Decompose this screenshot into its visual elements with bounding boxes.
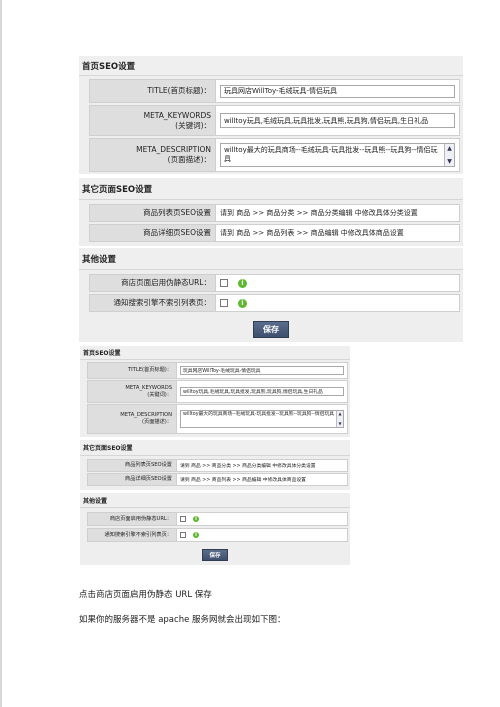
- noindex-cell: i: [176, 529, 347, 541]
- home-seo-panel: TITLE(首页标题)： 玩具网店WillToy-毛绒玩具-情侣玩具 META_…: [79, 76, 463, 174]
- list-seo-label: 商品列表页SEO设置: [125, 462, 172, 468]
- seo-screenshot-large: 首页SEO设置 TITLE(首页标题)： 玩具网店WillToy-毛绒玩具-情侣…: [79, 56, 463, 342]
- textarea-scrollbar[interactable]: ▲ ▼: [444, 144, 454, 166]
- noindex-label: 通知搜索引擎不索引列表页：: [104, 531, 172, 538]
- section-title-other-seo: 其它页面SEO设置: [80, 440, 350, 456]
- other-settings-panel: 商店页面启用伪静态URL： i 通知搜索引擎不索引列表页： i: [79, 270, 463, 316]
- scroll-down-icon[interactable]: ▼: [338, 421, 341, 428]
- info-icon[interactable]: i: [193, 516, 199, 522]
- description-row: META_DESCRIPTION (页面描述)： willtoy最大的玩具商场--…: [87, 404, 348, 434]
- list-seo-hint: 请到 商品 >> 商品分类 >> 商品分类编辑 中修改具体分类设置: [215, 205, 459, 221]
- list-seo-hint: 请到 商品 >> 商品分类 >> 商品分类编辑 中修改具体分类设置: [176, 460, 347, 471]
- title-row: TITLE(首页标题)： 玩具网店WillToy-毛绒玩具-情侣玩具: [89, 79, 460, 103]
- keywords-label: META_KEYWORDS (关键词)：: [143, 110, 211, 130]
- keywords-label: META_KEYWORDS (关键词)：: [125, 384, 172, 398]
- save-bar: 保存: [79, 316, 463, 342]
- info-icon[interactable]: i: [238, 278, 247, 288]
- list-seo-label: 商品列表页SEO设置: [143, 208, 211, 217]
- detail-seo-label: 商品详细页SEO设置: [125, 476, 172, 482]
- detail-seo-label: 商品详细页SEO设置: [143, 228, 211, 237]
- title-input[interactable]: 玩具网店WillToy-毛绒玩具-情侣玩具: [220, 84, 455, 98]
- description-row: META_DESCRIPTION (页面描述)： willtoy最大的玩具商场--…: [89, 138, 460, 172]
- detail-seo-hint: 请到 商品 >> 商品列表 >> 商品编辑 中修改具体商品设置: [215, 225, 459, 241]
- info-icon[interactable]: i: [193, 532, 199, 538]
- detail-seo-row: 商品详细页SEO设置 请到 商品 >> 商品列表 >> 商品编辑 中修改具体商品…: [87, 473, 348, 486]
- description-cell: willtoy最大的玩具商场--毛绒玩具-玩具批发--玩具熊--玩具狗--情侣玩…: [176, 405, 347, 433]
- keywords-input[interactable]: willtoy玩具,毛绒玩具,玩具批发,玩具熊,玩具狗,情侣玩具,生日礼品: [220, 113, 455, 128]
- noindex-row: 通知搜索引擎不索引列表页： i: [87, 528, 348, 542]
- other-seo-panel: 商品列表页SEO设置 请到 商品 >> 商品分类 >> 商品分类编辑 中修改具体…: [79, 200, 463, 246]
- static-url-cell: i: [176, 513, 347, 525]
- home-seo-panel: TITLE(首页标题)： 玩具网店WillToy-毛绒玩具-情侣玩具 META_…: [80, 360, 350, 437]
- page-left-edge: [0, 0, 2, 707]
- title-label: TITLE(首页标题)：: [127, 367, 172, 373]
- detail-seo-row: 商品详细页SEO设置 请到 商品 >> 商品列表 >> 商品编辑 中修改具体商品…: [89, 224, 460, 242]
- static-url-row: 商店页面启用伪静态URL： i: [89, 274, 460, 292]
- title-input[interactable]: 玩具网店WillToy-毛绒玩具-情侣玩具: [180, 366, 344, 375]
- noindex-label: 通知搜索引擎不索引列表页：: [113, 298, 212, 307]
- save-button[interactable]: 保存: [253, 320, 289, 338]
- keywords-input[interactable]: willtoy玩具,毛绒玩具,玩具批发,玩具熊,玩具狗,情侣玩具,生日礼品: [180, 387, 344, 396]
- keywords-row: META_KEYWORDS (关键词)： willtoy玩具,毛绒玩具,玩具批发,…: [89, 105, 460, 136]
- description-cell: willtoy最大的玩具商场--毛绒玩具-玩具批发--玩具熊--玩具狗--情侣玩…: [215, 139, 459, 171]
- section-title-other-settings: 其他设置: [79, 248, 463, 270]
- noindex-checkbox[interactable]: [180, 532, 186, 538]
- scroll-down-icon[interactable]: ▼: [447, 157, 452, 166]
- paragraph-click-save: 点击商店页面启用伪静态 URL 保存: [79, 590, 212, 600]
- section-title-home-seo: 首页SEO设置: [80, 346, 350, 360]
- keywords-cell: willtoy玩具,毛绒玩具,玩具批发,玩具熊,玩具狗,情侣玩具,生日礼品: [176, 381, 347, 402]
- static-url-label: 商店页面启用伪静态URL：: [121, 278, 211, 287]
- description-label: META_DESCRIPTION (页面描述)：: [120, 412, 172, 425]
- static-url-label: 商店页面启用伪静态URL：: [109, 515, 172, 522]
- section-title-other-seo: 其它页面SEO设置: [79, 178, 463, 200]
- title-cell: 玩具网店WillToy-毛绒玩具-情侣玩具: [215, 80, 459, 102]
- description-label: META_DESCRIPTION (页面描述)：: [136, 145, 211, 164]
- other-settings-panel: 商店页面启用伪静态URL： i 通知搜索引擎不索引列表页： i: [80, 508, 350, 545]
- other-seo-panel: 商品列表页SEO设置 请到 商品 >> 商品分类 >> 商品分类编辑 中修改具体…: [80, 456, 350, 490]
- detail-seo-hint: 请到 商品 >> 商品列表 >> 商品编辑 中修改具体商品设置: [176, 474, 347, 485]
- noindex-cell: i: [215, 295, 459, 311]
- scroll-up-icon[interactable]: ▲: [338, 411, 341, 418]
- static-url-checkbox[interactable]: [180, 516, 186, 522]
- section-title-other-settings: 其他设置: [80, 493, 350, 508]
- paragraph-apache-note: 如果你的服务器不是 apache 服务网就会出现如下图：: [79, 615, 286, 625]
- list-seo-row: 商品列表页SEO设置 请到 商品 >> 商品分类 >> 商品分类编辑 中修改具体…: [89, 204, 460, 222]
- title-cell: 玩具网店WillToy-毛绒玩具-情侣玩具: [176, 363, 347, 378]
- description-textarea[interactable]: willtoy最大的玩具商场--毛绒玩具-玩具批发--玩具熊--玩具狗--情侣玩…: [220, 143, 455, 167]
- seo-screenshot-small: 首页SEO设置 TITLE(首页标题)： 玩具网店WillToy-毛绒玩具-情侣…: [80, 346, 350, 575]
- scroll-up-icon[interactable]: ▲: [447, 144, 452, 153]
- keywords-cell: willtoy玩具,毛绒玩具,玩具批发,玩具熊,玩具狗,情侣玩具,生日礼品: [215, 106, 459, 135]
- textarea-scrollbar[interactable]: ▲ ▼: [336, 411, 343, 427]
- list-seo-row: 商品列表页SEO设置 请到 商品 >> 商品分类 >> 商品分类编辑 中修改具体…: [87, 459, 348, 472]
- static-url-cell: i: [215, 275, 459, 291]
- save-bar: 保存: [80, 545, 350, 565]
- static-url-row: 商店页面启用伪静态URL： i: [87, 512, 348, 526]
- description-textarea[interactable]: willtoy最大的玩具商场--毛绒玩具-玩具批发--玩具熊--玩具狗--情侣玩…: [180, 410, 344, 428]
- keywords-row: META_KEYWORDS (关键词)： willtoy玩具,毛绒玩具,玩具批发,…: [87, 380, 348, 403]
- info-icon[interactable]: i: [238, 298, 247, 308]
- static-url-checkbox[interactable]: [220, 279, 228, 287]
- section-title-home-seo: 首页SEO设置: [79, 56, 463, 76]
- noindex-row: 通知搜索引擎不索引列表页： i: [89, 294, 460, 312]
- title-row: TITLE(首页标题)： 玩具网店WillToy-毛绒玩具-情侣玩具: [87, 362, 348, 379]
- noindex-checkbox[interactable]: [220, 299, 228, 307]
- save-button[interactable]: 保存: [202, 549, 228, 561]
- title-label: TITLE(首页标题)：: [147, 86, 211, 95]
